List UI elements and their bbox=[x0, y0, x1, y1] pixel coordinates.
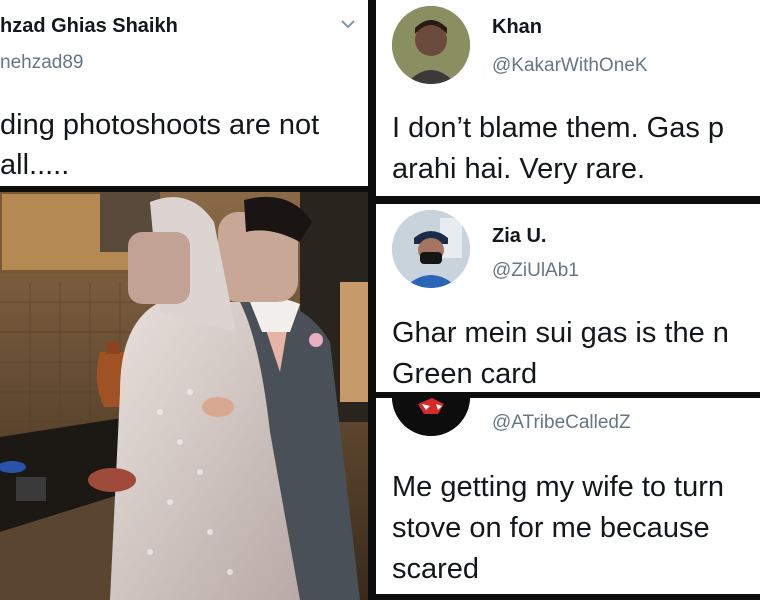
tweet-text-line: arahi hai. Very rare. bbox=[392, 153, 646, 185]
avatar[interactable] bbox=[392, 6, 470, 84]
chevron-down-icon[interactable] bbox=[338, 14, 358, 34]
tweet-text-line: I don’t blame them. Gas p bbox=[392, 112, 725, 144]
tweet-author-name[interactable]: Khan bbox=[492, 16, 542, 39]
tweet-text-line: Me getting my wife to turn bbox=[392, 471, 725, 503]
tweet-text-line: Ghar mein sui gas is the n bbox=[392, 317, 729, 349]
tweet-author-handle[interactable]: nehzad89 bbox=[0, 52, 83, 74]
tweet-text-line: all..... bbox=[0, 149, 70, 181]
tweet-card-1[interactable]: hzad Ghias Shaikh nehzad89 ding photosho… bbox=[0, 0, 368, 186]
tweet-author-name[interactable]: Zia U. bbox=[492, 225, 546, 248]
tweet-card-3[interactable]: Zia U. @ZiUlAb1 Ghar mein sui gas is the… bbox=[376, 204, 760, 392]
meme-collage: hzad Ghias Shaikh nehzad89 ding photosho… bbox=[0, 0, 760, 600]
wedding-photo bbox=[0, 192, 368, 600]
tweet-card-4[interactable]: @ATribeCalledZ Me getting my wife to tur… bbox=[376, 398, 760, 594]
tweet-author-handle[interactable]: @ZiUlAb1 bbox=[492, 260, 579, 282]
tweet-text-line: stove on for me because bbox=[392, 512, 710, 544]
tweet-text-line: ding photoshoots are not bbox=[0, 109, 320, 141]
tweet-author-handle[interactable]: @KakarWithOneK bbox=[492, 55, 648, 77]
tweet-author-handle[interactable]: @ATribeCalledZ bbox=[492, 412, 631, 434]
tweet-author-name[interactable]: hzad Ghias Shaikh bbox=[0, 15, 178, 38]
tweet-text-line: Green card bbox=[392, 358, 538, 390]
tweet-text-line: scared bbox=[392, 553, 480, 585]
avatar[interactable] bbox=[392, 398, 470, 436]
avatar[interactable] bbox=[392, 210, 470, 288]
tweet-card-2[interactable]: Khan @KakarWithOneK I don’t blame them. … bbox=[376, 0, 760, 196]
